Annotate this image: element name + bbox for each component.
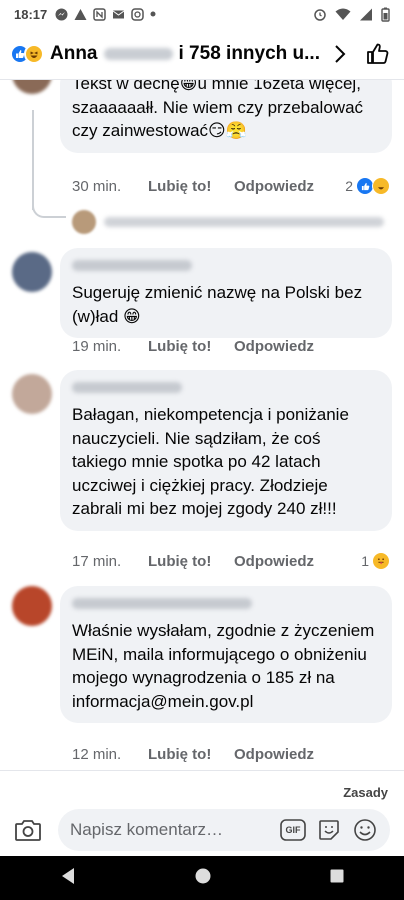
instagram-icon	[131, 7, 144, 21]
chevron-right-icon[interactable]	[330, 44, 350, 64]
commenter-avatar[interactable]	[12, 80, 52, 94]
comment-author[interactable]	[72, 260, 192, 271]
comment-composer: Zasady Napisz komentarz… GIF	[0, 770, 404, 856]
blurred-surname	[103, 47, 173, 60]
recents-icon[interactable]	[330, 869, 344, 888]
reply-button[interactable]: Odpowiedz	[234, 553, 314, 570]
comment-actions: 12 min. Lubię to! Odpowiedz	[72, 746, 314, 763]
nfc-icon	[93, 7, 106, 21]
mail-icon	[112, 10, 125, 18]
notification-icons	[55, 7, 156, 21]
messenger-icon	[55, 8, 68, 20]
back-icon[interactable]	[60, 867, 76, 890]
comment-bubble[interactable]: Bałagan, niekompetencja i poniżanie nauc…	[60, 370, 392, 531]
reply-preview[interactable]	[72, 210, 384, 234]
thread-hook	[32, 204, 66, 218]
reply-preview-text	[104, 217, 384, 227]
tongue-emoji-icon	[372, 552, 390, 570]
thumbs-up-icon[interactable]	[366, 42, 390, 66]
reactor-first-name: Anna	[50, 42, 98, 64]
comment-text: Sugeruję zmienić nazwę na Polski bez (w)…	[72, 283, 363, 326]
comment-input-placeholder: Napisz komentarz…	[70, 820, 224, 839]
reply-button[interactable]: Odpowiedz	[234, 746, 314, 763]
comment-bubble[interactable]: Właśnie wysłałam, zgodnie z życzeniem ME…	[60, 586, 392, 723]
commenter-avatar[interactable]	[12, 252, 52, 292]
gif-label: GIF	[285, 825, 301, 835]
comment-text: Tekst w dechę😁u mnie 16zeta więcej, szaa…	[72, 80, 364, 140]
wifi-icon	[335, 8, 351, 20]
reactions-header: Anna i 758 innych u...	[0, 28, 404, 80]
camera-icon[interactable]	[14, 817, 44, 845]
like-button[interactable]: Lubię to!	[148, 746, 234, 763]
like-button[interactable]: Lubię to!	[148, 338, 234, 355]
reactor-others: i 758 innych u...	[178, 42, 321, 64]
comment-actions: 30 min. Lubię to! Odpowiedz	[72, 178, 314, 195]
system-icons	[313, 7, 390, 22]
comment-reactions[interactable]: 2	[345, 177, 390, 195]
reply-button[interactable]: Odpowiedz	[234, 178, 314, 195]
like-button[interactable]: Lubię to!	[148, 553, 234, 570]
status-time: 18:17	[14, 6, 48, 22]
haha-reaction-icon	[372, 177, 390, 195]
reaction-count: 1	[361, 553, 369, 569]
battery-icon	[381, 7, 390, 22]
comment-actions: 19 min. Lubię to! Odpowiedz	[72, 338, 314, 355]
comment-text: Właśnie wysłałam, zgodnie z życzeniem ME…	[72, 621, 375, 711]
reactors-title[interactable]: Anna i 758 innych u...	[50, 43, 320, 65]
reply-button[interactable]: Odpowiedz	[234, 338, 314, 355]
comments-thread[interactable]: Tekst w dechę😁u mnie 16zeta więcej, szaa…	[0, 80, 404, 770]
gif-icon[interactable]: GIF	[280, 817, 306, 843]
reply-avatar	[72, 210, 96, 234]
comment-reactions[interactable]: 1	[361, 552, 390, 570]
android-nav-bar	[0, 856, 404, 900]
commenter-avatar[interactable]	[12, 374, 52, 414]
home-icon[interactable]	[195, 868, 211, 889]
comment-input[interactable]: Napisz komentarz… GIF	[58, 809, 390, 851]
sticker-icon[interactable]	[316, 817, 342, 843]
warning-icon	[74, 8, 87, 20]
alarm-icon	[314, 9, 326, 21]
comment-bubble[interactable]: Sugeruję zmienić nazwę na Polski bez (w)…	[60, 248, 392, 338]
comment-text: Bałagan, niekompetencja i poniżanie nauc…	[72, 405, 349, 518]
reaction-count: 2	[345, 178, 353, 194]
comment-age: 17 min.	[72, 553, 122, 570]
comment-author[interactable]	[72, 598, 252, 609]
comment-actions: 17 min. Lubię to! Odpowiedz	[72, 553, 314, 570]
thread-line	[32, 110, 34, 210]
comment-age: 30 min.	[72, 178, 122, 195]
reaction-summary[interactable]	[10, 43, 44, 64]
haha-reaction-icon	[24, 43, 44, 64]
comment-age: 12 min.	[72, 746, 122, 763]
policy-link[interactable]: Zasady	[343, 785, 388, 800]
dot-icon	[150, 11, 156, 17]
emoji-icon[interactable]	[352, 817, 378, 843]
comment-bubble[interactable]: Tekst w dechę😁u mnie 16zeta więcej, szaa…	[60, 80, 392, 153]
like-button[interactable]: Lubię to!	[148, 178, 234, 195]
comment-age: 19 min.	[72, 338, 122, 355]
status-bar: 18:17	[0, 0, 404, 28]
comment-author[interactable]	[72, 382, 182, 393]
commenter-avatar[interactable]	[12, 586, 52, 626]
signal-icon	[360, 8, 372, 20]
